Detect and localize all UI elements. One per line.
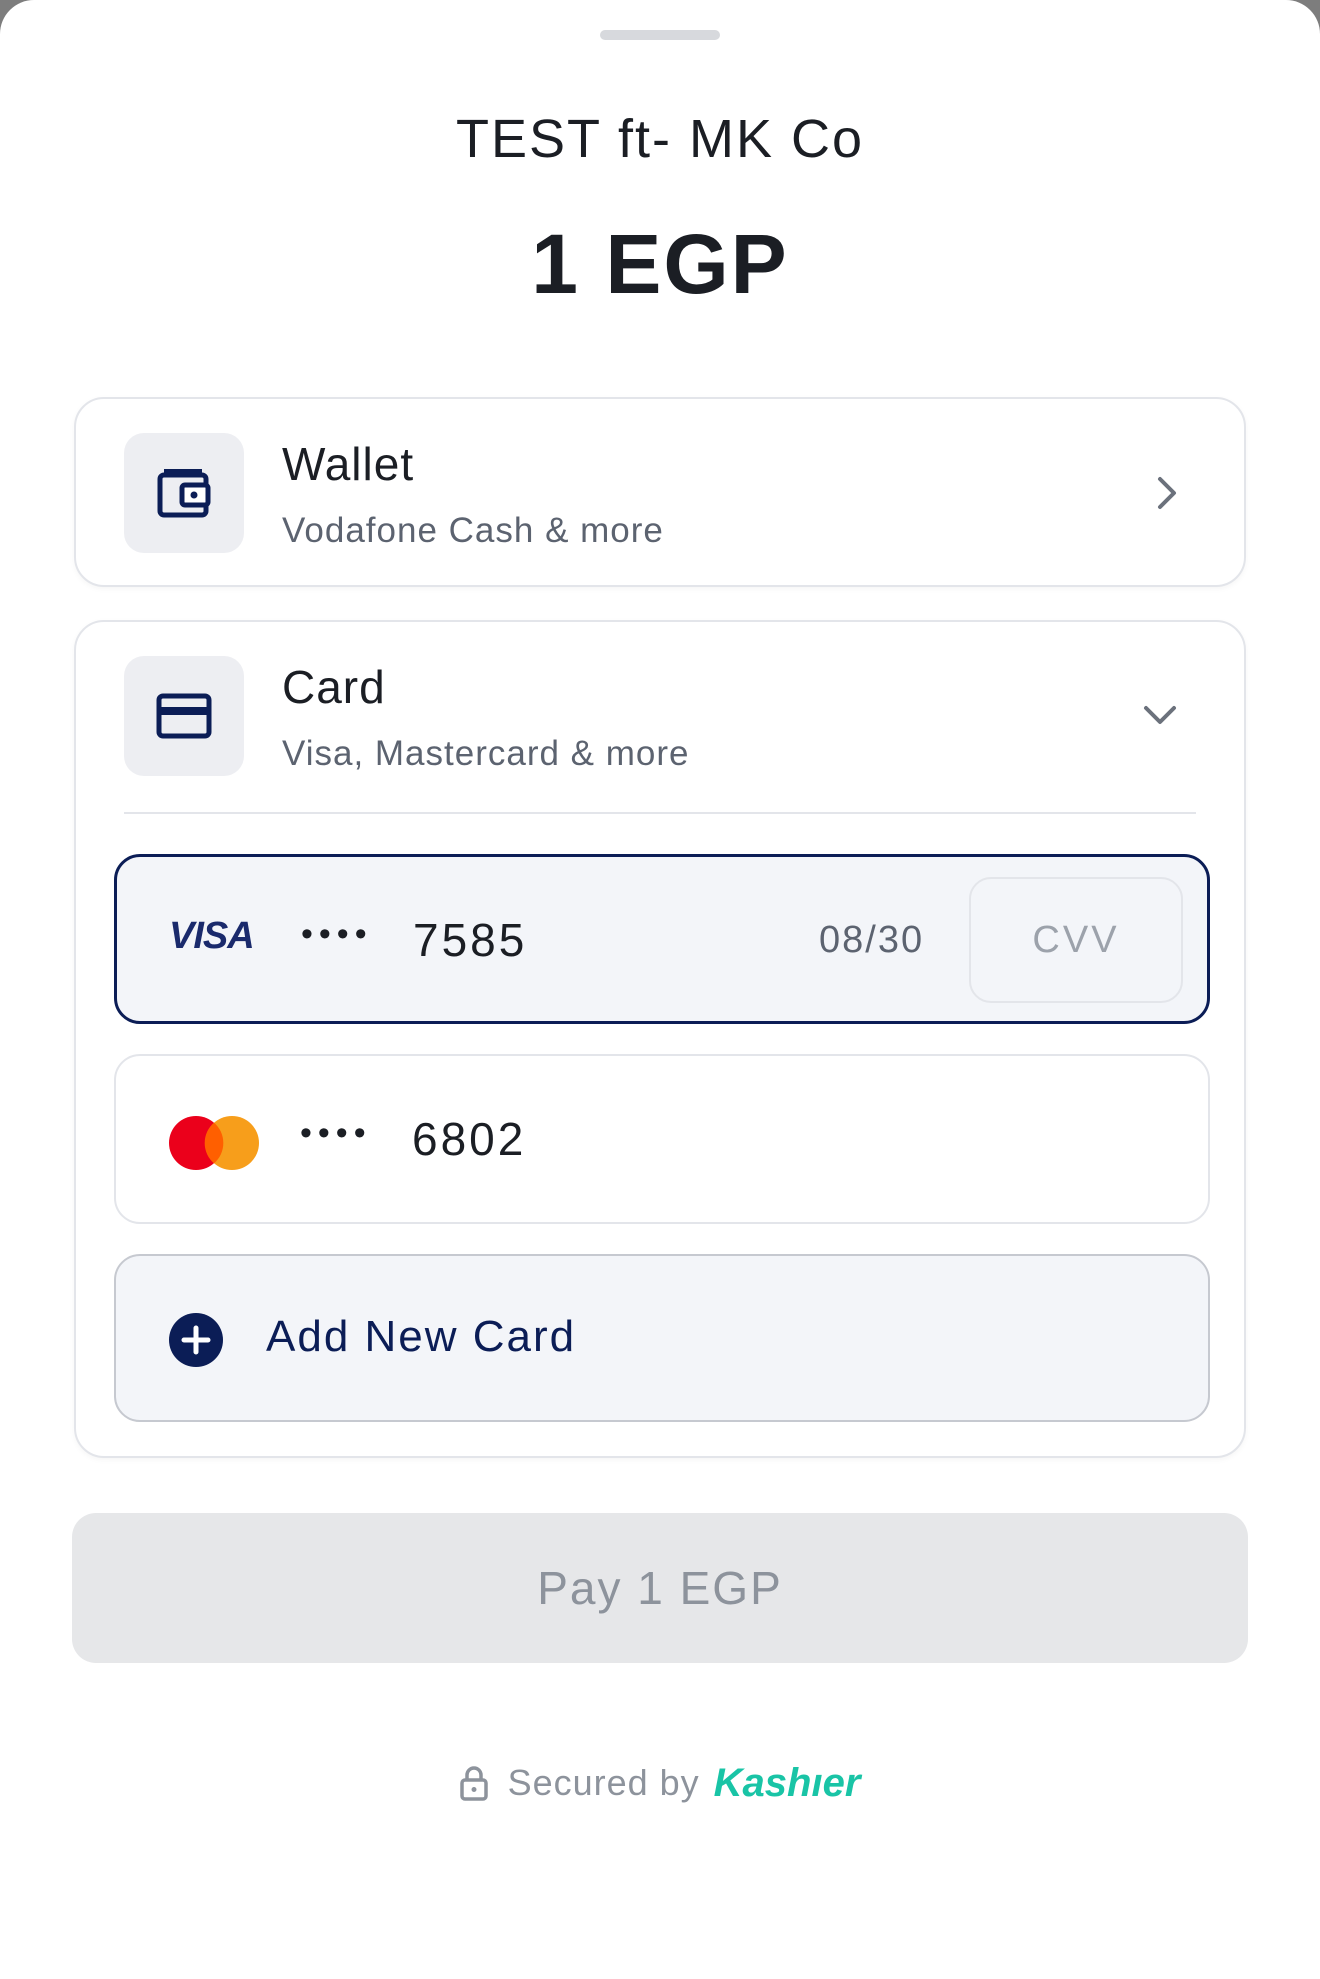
wallet-icon-tile	[124, 433, 244, 553]
chevron-down-icon[interactable]	[1140, 702, 1180, 730]
security-footer: Secured by Kashıer	[0, 1758, 1320, 1808]
drag-handle[interactable]	[600, 30, 720, 40]
card-last4: 7585	[413, 914, 528, 966]
card-icon-tile	[124, 656, 244, 776]
saved-card-mastercard[interactable]: •••• 6802	[114, 1054, 1210, 1224]
card-subtitle: Visa, Mastercard & more	[282, 734, 690, 773]
secured-by-text: Secured by	[507, 1762, 700, 1803]
add-new-card-label: Add New Card	[266, 1312, 577, 1361]
cvv-input[interactable]	[969, 877, 1183, 1003]
saved-card-visa[interactable]: VISA •••• 7585 08/30	[114, 854, 1210, 1024]
payment-amount: 1 EGP	[531, 217, 789, 311]
payment-sheet: TEST ft- MK Co 1 EGP Wallet Vodafone Cas…	[0, 0, 1320, 1979]
card-last4: 6802	[412, 1113, 527, 1165]
lock-icon	[459, 1766, 488, 1801]
card-section-divider	[124, 812, 1196, 814]
chevron-right-icon	[1158, 477, 1176, 509]
wallet-subtitle: Vodafone Cash & more	[282, 511, 664, 550]
card-expiry: 08/30	[819, 919, 925, 961]
card-title: Card	[282, 661, 386, 713]
visa-logo: VISA	[169, 915, 255, 957]
card-mask: ••••	[300, 1114, 372, 1152]
credit-card-icon	[156, 693, 212, 739]
pay-button[interactable]: Pay 1 EGP	[72, 1513, 1248, 1663]
merchant-name: TEST ft- MK Co	[455, 109, 865, 169]
wallet-method[interactable]: Wallet Vodafone Cash & more	[74, 397, 1246, 587]
plus-circle-icon	[169, 1313, 223, 1367]
mastercard-logo-icon	[169, 1116, 259, 1170]
add-new-card-button[interactable]: Add New Card	[114, 1254, 1210, 1422]
kashier-logo: Kashıer	[713, 1760, 861, 1805]
card-method: Card Visa, Mastercard & more VISA •••• 7…	[74, 620, 1246, 1458]
card-mask: ••••	[301, 915, 373, 953]
wallet-icon	[157, 469, 211, 518]
wallet-title: Wallet	[282, 438, 415, 490]
